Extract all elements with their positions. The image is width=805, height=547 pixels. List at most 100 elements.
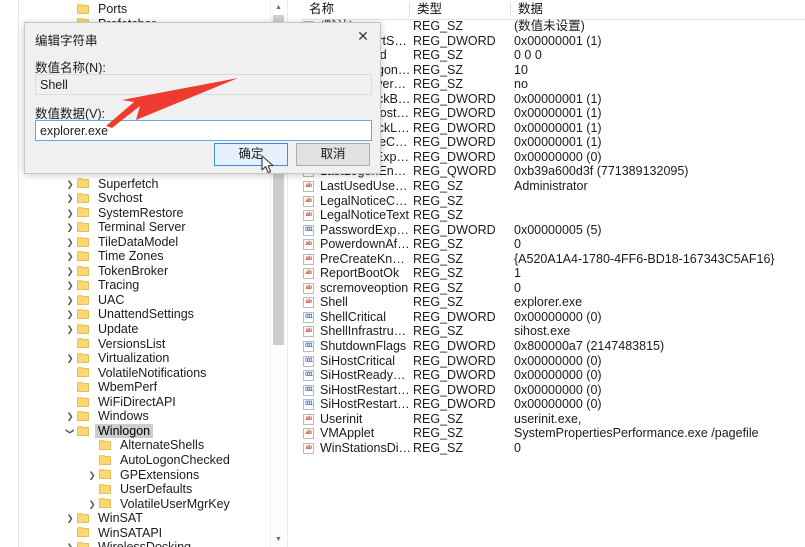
cell-data: 0x00000000 (0) — [514, 150, 802, 165]
table-row[interactable]: abPreCreateKnownFoldersREG_SZ{A520A1A4-1… — [301, 252, 805, 267]
folder-icon — [77, 266, 90, 277]
tree-item-autologonchecked[interactable]: AutoLogonChecked — [19, 453, 286, 468]
close-icon[interactable]: ✕ — [346, 23, 380, 49]
table-row[interactable]: abscremoveoptionREG_SZ0 — [301, 281, 805, 296]
cell-type: REG_SZ — [413, 324, 513, 339]
chevron-right-icon[interactable]: ❯ — [63, 249, 77, 264]
tree-item-label: Tracing — [95, 278, 142, 293]
tree-item-wirelessdocking[interactable]: ❯WirelessDocking — [19, 540, 286, 547]
chevron-right-icon[interactable]: ❯ — [63, 264, 77, 279]
tree-item-volatileusermgrkey[interactable]: ❯VolatileUserMgrKey — [19, 497, 286, 512]
tree-item-alternateshells[interactable]: AlternateShells — [19, 438, 286, 453]
tree-item-tokenbroker[interactable]: ❯TokenBroker — [19, 264, 286, 279]
tree-item-unattendsettings[interactable]: ❯UnattendSettings — [19, 307, 286, 322]
tree-item-label: Update — [95, 322, 141, 337]
tree-item-superfetch[interactable]: ❯Superfetch — [19, 177, 286, 192]
table-row[interactable]: 011SiHostRestartTimeGapREG_DWORD0x000000… — [301, 397, 805, 412]
column-header-2[interactable]: 数据 — [514, 0, 802, 19]
column-header-1[interactable]: 类型 — [413, 0, 514, 19]
table-row[interactable]: abVMAppletREG_SZSystemPropertiesPerforma… — [301, 426, 805, 441]
tree-item-systemrestore[interactable]: ❯SystemRestore — [19, 206, 286, 221]
value-data-input[interactable] — [35, 120, 372, 141]
tree-item-wbemperf[interactable]: WbemPerf — [19, 380, 286, 395]
table-row[interactable]: 011SiHostCriticalREG_DWORD0x00000000 (0) — [301, 354, 805, 369]
cell-data: 0x00000000 (0) — [514, 310, 802, 325]
tree-item-update[interactable]: ❯ Update — [19, 322, 286, 337]
tree-item-terminal-server[interactable]: ❯ Terminal Server — [19, 220, 286, 235]
dialog-titlebar[interactable]: 编辑字符串 ✕ — [25, 23, 380, 53]
cell-name: SiHostReadyTimeOut — [305, 368, 411, 383]
tree-item-winsatapi[interactable]: WinSATAPI — [19, 526, 286, 541]
chevron-right-icon[interactable]: ❯ — [63, 540, 77, 547]
ok-button[interactable]: 确定 — [214, 143, 288, 166]
registry-editor-window: PortsPrefetcher❯PreviewHandlers❯PrintPer… — [0, 0, 805, 547]
chevron-right-icon[interactable]: ❯ — [63, 177, 77, 192]
tree-item-winsat[interactable]: ❯WinSAT — [19, 511, 286, 526]
tree-item-label: Ports — [95, 2, 130, 17]
cell-type: REG_SZ — [413, 281, 513, 296]
chevron-right-icon[interactable]: ❯ — [63, 322, 77, 337]
table-row[interactable]: abLegalNoticeCaptionREG_SZ — [301, 194, 805, 209]
cell-name: SiHostRestartCountLimit — [305, 383, 411, 398]
folder-icon — [77, 527, 90, 538]
tree-item-time-zones[interactable]: ❯Time Zones — [19, 249, 286, 264]
tree-item-versionslist[interactable]: VersionsList — [19, 337, 286, 352]
chevron-right-icon[interactable]: ❯ — [63, 278, 77, 293]
tree-item-userdefaults[interactable]: UserDefaults — [19, 482, 286, 497]
table-row[interactable]: 011ShellCriticalREG_DWORD0x00000000 (0) — [301, 310, 805, 325]
table-row[interactable]: 011ShutdownFlagsREG_DWORD0x800000a7 (214… — [301, 339, 805, 354]
cell-data: 0 — [514, 441, 802, 456]
folder-icon — [77, 353, 90, 364]
cell-type: REG_DWORD — [413, 397, 513, 412]
tree-item-volatilenotifications[interactable]: VolatileNotifications — [19, 366, 286, 381]
table-row[interactable]: abLegalNoticeTextREG_SZ — [301, 208, 805, 223]
folder-icon — [77, 237, 90, 248]
chevron-right-icon[interactable]: ❯ — [63, 191, 77, 206]
chevron-right-icon[interactable]: ❯ — [63, 409, 77, 424]
chevron-right-icon[interactable]: ❯ — [63, 351, 77, 366]
scroll-up-icon[interactable]: ▲ — [271, 0, 286, 15]
column-separator[interactable] — [409, 2, 410, 17]
table-row[interactable]: abReportBootOkREG_SZ1 — [301, 266, 805, 281]
cell-data: {A520A1A4-1780-4FF6-BD18-167343C5AF16} — [514, 252, 802, 267]
chevron-right-icon[interactable]: ❯ — [63, 235, 77, 250]
scroll-down-icon[interactable]: ▼ — [271, 532, 286, 547]
cancel-button[interactable]: 取消 — [296, 143, 370, 166]
column-header-0[interactable]: 名称 — [305, 0, 413, 19]
table-row[interactable]: abLastUsedUsernameREG_SZAdministrator — [301, 179, 805, 194]
chevron-right-icon[interactable]: ❯ — [63, 206, 77, 221]
tree-item-uac[interactable]: ❯UAC — [19, 293, 286, 308]
table-row[interactable]: abPowerdownAfterShutdownREG_SZ0 — [301, 237, 805, 252]
table-row[interactable]: abShellInfrastructureREG_SZsihost.exe — [301, 324, 805, 339]
tree-item-tracing[interactable]: ❯ Tracing — [19, 278, 286, 293]
table-row[interactable]: 011PasswordExpiryWarningREG_DWORD0x00000… — [301, 223, 805, 238]
chevron-down-icon[interactable]: ❯ — [63, 424, 78, 438]
list-column-headers[interactable]: 名称类型数据 — [301, 0, 805, 20]
tree-item-winlogon[interactable]: ❯Winlogon — [19, 424, 286, 439]
table-row[interactable]: 011SiHostReadyTimeOutREG_DWORD0x00000000… — [301, 368, 805, 383]
tree-item-label: Terminal Server — [95, 220, 189, 235]
column-separator[interactable] — [510, 2, 511, 17]
chevron-right-icon[interactable]: ❯ — [63, 220, 77, 235]
tree-item-windows[interactable]: ❯Windows — [19, 409, 286, 424]
table-row[interactable]: 011SiHostRestartCountLimitREG_DWORD0x000… — [301, 383, 805, 398]
chevron-right-icon[interactable]: ❯ — [63, 511, 77, 526]
table-row[interactable]: abShellREG_SZexplorer.exe — [301, 295, 805, 310]
tree-item-virtualization[interactable]: ❯Virtualization — [19, 351, 286, 366]
tree-item-svchost[interactable]: ❯Svchost — [19, 191, 286, 206]
value-name-input[interactable] — [35, 74, 372, 95]
tree-item-tiledatamodel[interactable]: ❯TileDataModel — [19, 235, 286, 250]
table-row[interactable]: abWinStationsDisabledREG_SZ0 — [301, 441, 805, 456]
tree-item-gpextensions[interactable]: ❯ GPExtensions — [19, 468, 286, 483]
chevron-right-icon[interactable]: ❯ — [85, 497, 99, 512]
tree-item-label: GPExtensions — [117, 468, 202, 483]
tree-item-wifidirectapi[interactable]: WiFiDirectAPI — [19, 395, 286, 410]
folder-icon — [77, 397, 90, 408]
tree-item-label: WbemPerf — [95, 380, 160, 395]
chevron-right-icon[interactable]: ❯ — [63, 307, 77, 322]
chevron-right-icon[interactable]: ❯ — [85, 468, 99, 483]
chevron-right-icon[interactable]: ❯ — [63, 293, 77, 308]
table-row[interactable]: abUserinitREG_SZuserinit.exe, — [301, 412, 805, 427]
folder-icon — [99, 469, 112, 480]
tree-item-ports[interactable]: Ports — [19, 2, 286, 17]
